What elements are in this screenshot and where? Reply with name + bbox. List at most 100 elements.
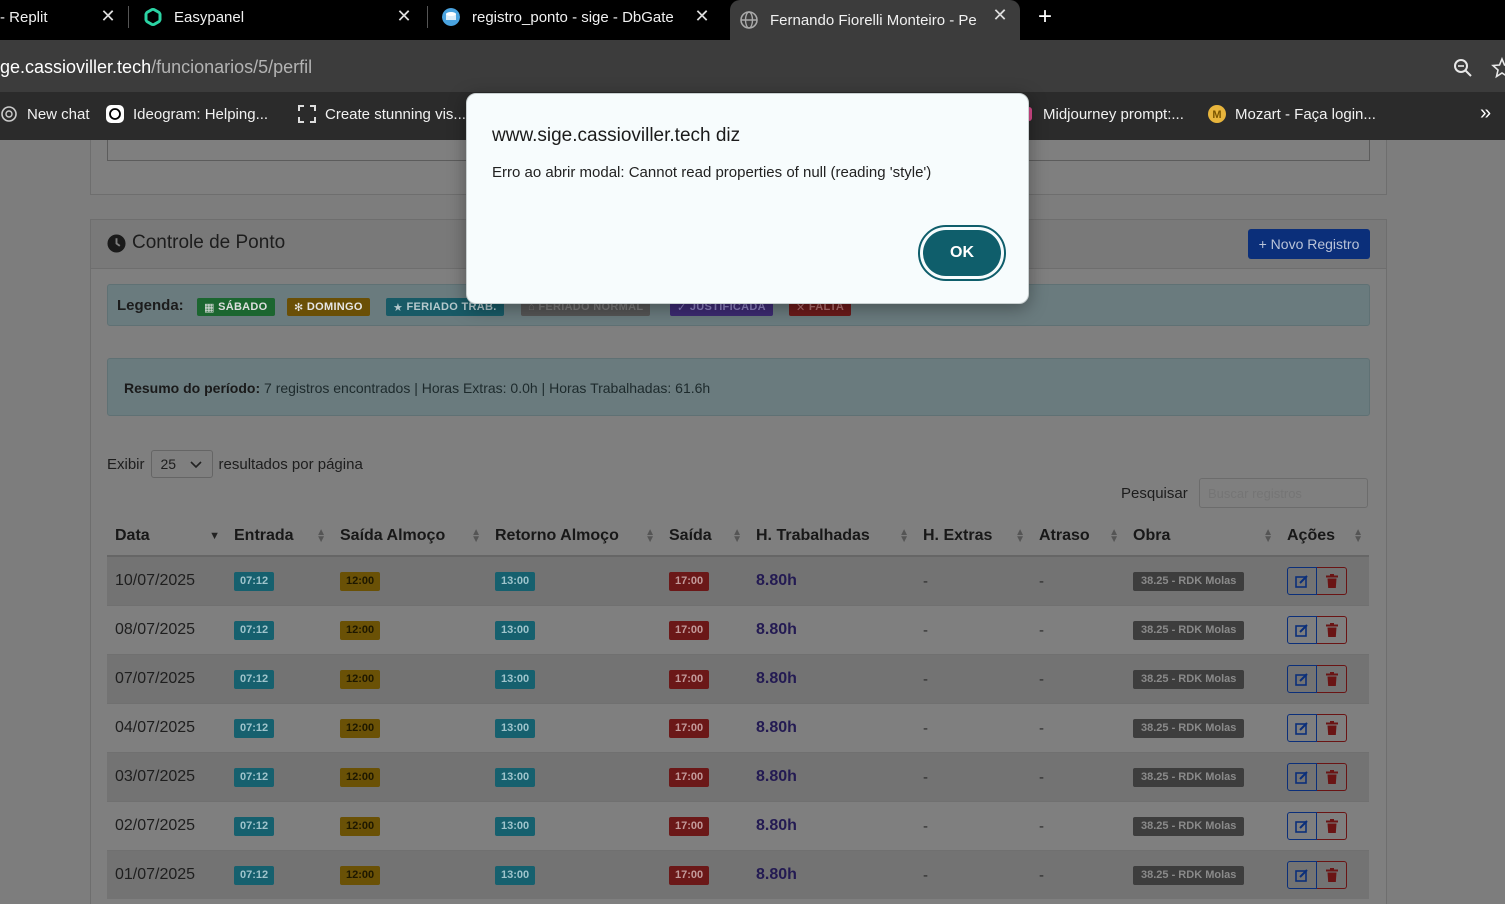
col-header-horas-extras[interactable]: H. Extras ▲ ▼ xyxy=(915,517,1031,557)
trash-icon xyxy=(1325,672,1338,686)
cell-data: 10/07/2025 xyxy=(107,555,226,606)
search-input[interactable] xyxy=(1199,478,1368,508)
col-label: H. Trabalhadas xyxy=(756,527,870,544)
cell-saida: 17:00 xyxy=(661,703,748,753)
sort-icon: ▲ ▼ xyxy=(732,527,742,545)
dbgate-icon xyxy=(442,8,460,26)
cell-saida-almoco: 12:00 xyxy=(332,752,487,802)
horas-extras-text: - xyxy=(923,572,928,590)
cell-atraso: - xyxy=(1031,555,1125,606)
new-tab-button[interactable]: + xyxy=(1034,3,1056,31)
saida-badge: 17:00 xyxy=(669,670,710,689)
address-bar[interactable]: ge.cassioviller.tech/funcionarios/5/perf… xyxy=(0,40,1505,92)
col-header-horas-trabalhadas[interactable]: H. Trabalhadas ▲ ▼ xyxy=(748,517,915,557)
easypanel-icon xyxy=(144,8,162,26)
bookmark-mozart[interactable]: M Mozart - Faça login... xyxy=(1208,105,1376,123)
entrada-badge: 07:12 xyxy=(234,719,275,738)
card-title: Controle de Ponto xyxy=(107,232,285,254)
bookmark-create-stunning[interactable]: Create stunning vis... xyxy=(298,105,466,123)
delete-button[interactable] xyxy=(1317,812,1347,840)
calendar-icon: ▦ xyxy=(204,301,219,314)
bookmark-ideogram[interactable]: Ideogram: Helping... xyxy=(106,105,268,123)
cell-horas: 8.80h xyxy=(748,703,915,753)
edit-button[interactable] xyxy=(1287,763,1317,791)
delete-button[interactable] xyxy=(1317,616,1347,644)
edit-button[interactable] xyxy=(1287,616,1317,644)
edit-button[interactable] xyxy=(1287,714,1317,742)
delete-button[interactable] xyxy=(1317,763,1347,791)
col-header-data[interactable]: Data ▼ xyxy=(107,517,226,557)
bookmarks-more-icon[interactable]: » xyxy=(1480,102,1491,125)
page-length-select[interactable]: 25 xyxy=(150,450,213,478)
ok-button[interactable]: OK xyxy=(923,230,1001,276)
zoom-icon[interactable] xyxy=(1453,58,1473,78)
tab-close-icon[interactable]: ✕ xyxy=(98,6,118,27)
bookmark-new-chat[interactable]: New chat xyxy=(0,105,90,123)
edit-icon xyxy=(1295,575,1308,588)
tab-active-perfil[interactable]: Fernando Fiorelli Monteiro - Pe ✕ xyxy=(730,0,1020,40)
tab-close-icon[interactable]: ✕ xyxy=(394,6,414,27)
col-header-obra[interactable]: Obra ▲ ▼ xyxy=(1125,517,1279,557)
novo-registro-button[interactable]: + Novo Registro xyxy=(1248,229,1370,259)
cell-data: 08/07/2025 xyxy=(107,605,226,655)
col-header-acoes[interactable]: Ações ▲ ▼ xyxy=(1279,517,1369,557)
cell-extras: - xyxy=(915,850,1031,899)
delete-button[interactable] xyxy=(1317,567,1347,595)
date-text: 02/07/2025 xyxy=(115,817,196,834)
bookmark-midjourney[interactable]: Midjourney prompt:... xyxy=(1016,105,1184,123)
period-summary: Resumo do período: 7 registros encontrad… xyxy=(107,358,1370,416)
retorno-almoco-badge: 13:00 xyxy=(495,768,536,787)
url-text[interactable]: ge.cassioviller.tech/funcionarios/5/perf… xyxy=(0,57,312,78)
controle-ponto-card: Controle de Ponto + Novo Registro Legend… xyxy=(90,219,1387,904)
cell-saida-almoco: 12:00 xyxy=(332,801,487,851)
bookmark-star-icon[interactable] xyxy=(1490,56,1505,80)
edit-button[interactable] xyxy=(1287,567,1317,595)
col-header-atraso[interactable]: Atraso ▲ ▼ xyxy=(1031,517,1125,557)
horas-extras-text: - xyxy=(923,670,928,688)
date-text: 01/07/2025 xyxy=(115,866,196,883)
cell-saida: 17:00 xyxy=(661,555,748,606)
horas-extras-text: - xyxy=(923,817,928,835)
edit-button[interactable] xyxy=(1287,812,1317,840)
delete-button[interactable] xyxy=(1317,861,1347,889)
col-label: Saída xyxy=(669,527,712,544)
clock-icon xyxy=(107,233,126,253)
col-header-saida[interactable]: Saída ▲ ▼ xyxy=(661,517,748,557)
cell-obra: 38.25 - RDK Molas xyxy=(1125,555,1279,606)
cell-obra: 38.25 - RDK Molas xyxy=(1125,801,1279,851)
col-label: H. Extras xyxy=(923,527,993,544)
cell-retorno-almoco: 13:00 xyxy=(487,605,661,655)
tab-dbgate[interactable]: registro_ponto - sige - DbGate ✕ xyxy=(442,0,722,34)
delete-button[interactable] xyxy=(1317,714,1347,742)
col-header-entrada[interactable]: Entrada ▲ ▼ xyxy=(226,517,332,557)
delete-button[interactable] xyxy=(1317,665,1347,693)
cell-atraso: - xyxy=(1031,703,1125,753)
table-row: 03/07/2025 07:12 12:00 13:00 17:00 8.80h - - 38.… xyxy=(107,752,1369,802)
tab-close-icon[interactable]: ✕ xyxy=(692,6,712,27)
bookmark-label: Midjourney prompt:... xyxy=(1043,105,1184,123)
ok-button-focus-ring: OK xyxy=(918,225,1006,281)
length-prefix: Exibir xyxy=(107,455,145,473)
tab-close-icon[interactable]: ✕ xyxy=(990,5,1010,26)
table-header-row: Data ▼ Entrada ▲ ▼ Saída Almoço ▲ ▼ Retorno A… xyxy=(107,517,1369,557)
horas-trabalhadas-text: 8.80h xyxy=(756,719,797,736)
horas-extras-text: - xyxy=(923,621,928,639)
atraso-text: - xyxy=(1039,670,1044,688)
sort-icon: ▲ ▼ xyxy=(1263,527,1273,545)
cell-entrada: 07:12 xyxy=(226,703,332,753)
sort-icon: ▲ ▼ xyxy=(1015,527,1025,545)
star-icon: ★ xyxy=(393,301,407,314)
col-header-saida-almoco[interactable]: Saída Almoço ▲ ▼ xyxy=(332,517,487,557)
col-label: Obra xyxy=(1133,527,1171,544)
edit-icon xyxy=(1295,820,1308,833)
browser-tab-bar: - Replit ✕ Easypanel ✕ registro_ponto - … xyxy=(0,0,1505,40)
tab-easypanel[interactable]: Easypanel ✕ xyxy=(144,0,424,34)
edit-button[interactable] xyxy=(1287,861,1317,889)
col-label: Entrada xyxy=(234,527,294,544)
row-actions xyxy=(1287,714,1361,742)
tab-replit[interactable]: - Replit ✕ xyxy=(0,0,128,34)
edit-button[interactable] xyxy=(1287,665,1317,693)
col-header-retorno-almoco[interactable]: Retorno Almoço ▲ ▼ xyxy=(487,517,661,557)
page-length-value: 25 xyxy=(160,456,177,472)
date-text: 04/07/2025 xyxy=(115,719,196,736)
